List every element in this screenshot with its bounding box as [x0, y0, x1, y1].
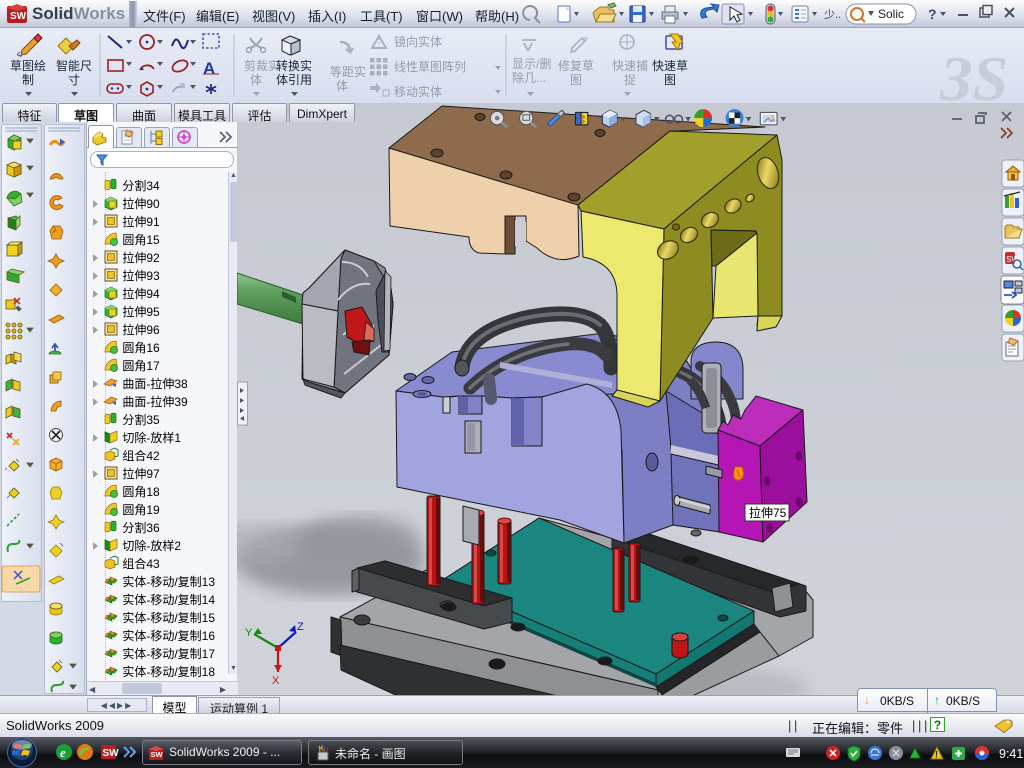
- svg-text:少..: 少..: [824, 8, 841, 21]
- svg-text:e: e: [60, 745, 66, 760]
- svg-text:转换实: 转换实: [276, 58, 312, 73]
- svg-text:SW: SW: [151, 750, 164, 759]
- svg-text:快速捕: 快速捕: [612, 58, 648, 73]
- svg-text:寸: 寸: [68, 73, 80, 87]
- svg-text:!: !: [935, 750, 938, 760]
- svg-text:图: 图: [664, 73, 676, 87]
- svg-text:体: 体: [250, 73, 262, 87]
- svg-text:SW: SW: [10, 11, 27, 22]
- svg-text:X: X: [272, 675, 280, 687]
- svg-text:除几...: 除几...: [512, 70, 546, 85]
- svg-text:体: 体: [336, 79, 348, 93]
- svg-text:草图绘: 草图绘: [10, 58, 46, 73]
- svg-text:图: 图: [570, 73, 582, 87]
- svg-text:+: +: [583, 34, 589, 45]
- svg-text:SW: SW: [103, 748, 120, 759]
- svg-text:线性草图阵列: 线性草图阵列: [394, 60, 466, 74]
- svg-text:捉: 捉: [624, 72, 636, 87]
- svg-text:Y: Y: [245, 627, 253, 639]
- svg-text:Solic: Solic: [878, 7, 904, 21]
- svg-text:Z: Z: [297, 621, 304, 633]
- svg-text:A: A: [203, 59, 215, 78]
- svg-text:等距实: 等距实: [330, 64, 366, 79]
- svg-text:移动实体: 移动实体: [394, 84, 442, 99]
- svg-text:ЗS: ЗS: [939, 43, 1008, 110]
- svg-text:9:41: 9:41: [999, 747, 1023, 761]
- svg-text:制: 制: [22, 73, 34, 87]
- svg-text:显示/删: 显示/删: [512, 57, 551, 71]
- svg-text:拉伸75: 拉伸75: [749, 505, 787, 520]
- svg-text:智能尺: 智能尺: [56, 58, 92, 73]
- svg-text:剪裁实: 剪裁实: [244, 58, 280, 73]
- svg-text:?: ?: [928, 6, 937, 22]
- svg-text:体引用: 体引用: [276, 73, 312, 87]
- svg-text:快速草: 快速草: [652, 59, 688, 73]
- svg-text:镜向实体: 镜向实体: [394, 34, 442, 49]
- svg-text:修复草: 修复草: [558, 58, 594, 73]
